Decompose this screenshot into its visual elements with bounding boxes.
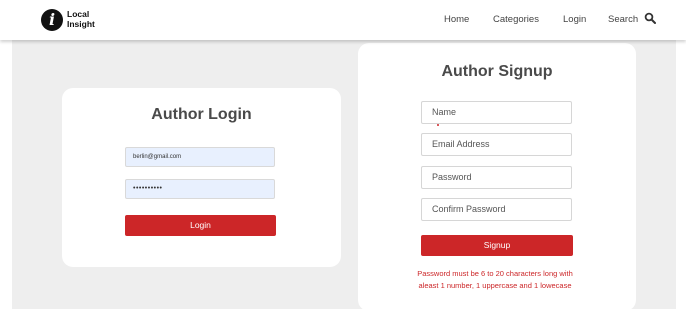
nav-login[interactable]: Login [563, 14, 586, 25]
signup-button[interactable]: Signup [421, 235, 573, 256]
password-hint-line-1: Password must be 6 to 20 characters long… [417, 269, 573, 278]
signup-email-field[interactable]: Email Address [421, 133, 572, 156]
nav-search[interactable]: Search [608, 14, 638, 25]
login-password-input[interactable]: •••••••••• [125, 179, 275, 199]
brand-name[interactable]: Local Insight [67, 9, 95, 29]
password-hint-text: Password must be 6 to 20 characters long… [390, 268, 600, 292]
login-title: Author Login [151, 106, 252, 123]
brand-line-2: Insight [67, 19, 95, 29]
signup-title: Author Signup [441, 63, 553, 80]
login-email-input[interactable]: berlin@gmail.com [125, 147, 275, 167]
signup-password-field[interactable]: Password [421, 166, 572, 189]
author-login-card: Author Login [62, 88, 341, 267]
brand-line-1: Local [67, 9, 90, 19]
nav-home[interactable]: Home [444, 14, 469, 25]
login-button[interactable]: Login [125, 215, 276, 236]
top-navbar: i Local Insight Home Categories Login Se… [0, 0, 686, 40]
search-icon[interactable] [644, 12, 656, 24]
nav-categories[interactable]: Categories [493, 14, 539, 25]
info-logo-icon[interactable]: i [41, 9, 63, 31]
password-hint-line-2: aleast 1 number, 1 uppercase and 1 lowec… [418, 281, 572, 290]
signup-name-field[interactable]: Name [421, 101, 572, 124]
signup-confirm-password-field[interactable]: Confirm Password [421, 198, 572, 221]
required-marker [437, 124, 439, 126]
logo-glyph: i [48, 10, 56, 29]
